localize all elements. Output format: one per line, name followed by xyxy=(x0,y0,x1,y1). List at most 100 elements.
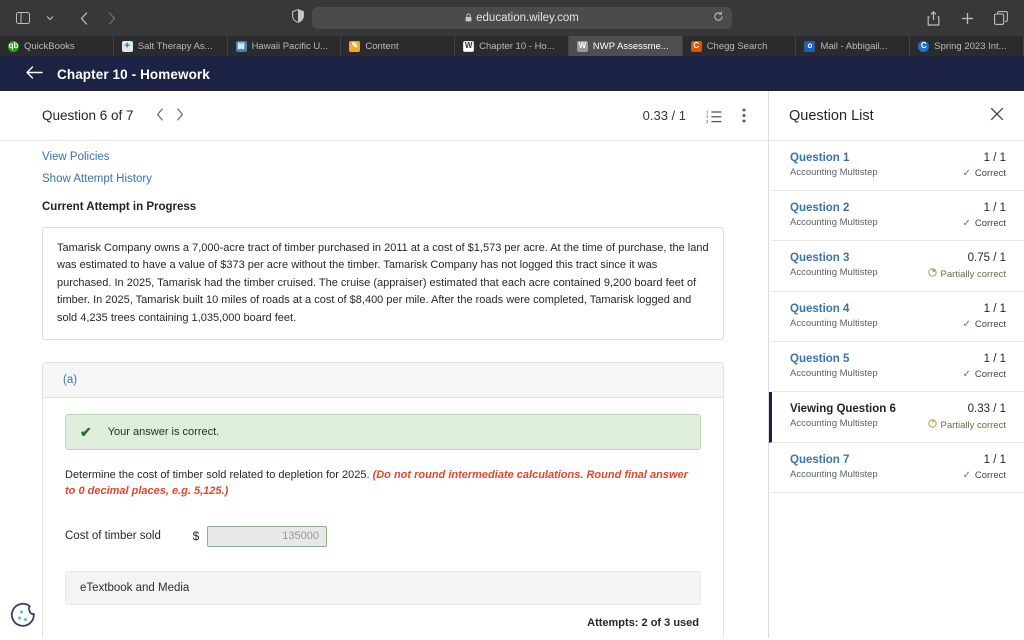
chegg-favicon: C xyxy=(690,40,702,52)
reload-icon[interactable] xyxy=(713,11,724,25)
question-list-item[interactable]: Question 4 Accounting Multistep 1 / 1 ✓ … xyxy=(769,292,1024,342)
cookie-consent-icon[interactable] xyxy=(10,602,38,630)
page-title: Chapter 10 - Homework xyxy=(57,67,210,82)
sidebar-dropdown-icon[interactable] xyxy=(37,6,63,30)
salt-therapy-favicon: ✦ xyxy=(121,40,133,52)
partial-circle-icon xyxy=(927,268,937,280)
question-pane: Question 6 of 7 0.33 / 1 1 2 3 View Poli… xyxy=(0,91,768,638)
question-list-item-name: Question 7 xyxy=(790,454,850,466)
browser-tab[interactable]: qb QuickBooks xyxy=(0,36,114,56)
question-list-item-score: 1 / 1 xyxy=(983,303,1006,315)
alert-text: Your answer is correct. xyxy=(107,425,220,438)
answer-row: Cost of timber sold $ xyxy=(65,525,701,547)
back-icon[interactable] xyxy=(71,6,97,30)
check-icon: ✓ xyxy=(962,218,971,229)
question-list-item-score: 1 / 1 xyxy=(983,454,1006,466)
tab-label: Chapter 10 - Ho... xyxy=(479,40,555,52)
question-list-item-type: Accounting Multistep xyxy=(790,368,878,379)
outlook-favicon: o xyxy=(804,40,816,52)
lock-icon xyxy=(465,13,472,24)
currency-symbol: $ xyxy=(192,529,200,544)
browser-tab[interactable]: o Mail - Abbigail... xyxy=(796,36,911,56)
question-toolbar: Question 6 of 7 0.33 / 1 1 2 3 xyxy=(0,91,768,141)
sidebar-toggle-icon[interactable] xyxy=(10,6,36,30)
status-text: Correct xyxy=(974,319,1006,330)
question-navigation xyxy=(156,107,184,124)
attempts-counter: Attempts: 2 of 3 used xyxy=(587,616,699,629)
show-attempt-history-link[interactable]: Show Attempt History xyxy=(42,173,724,185)
question-list-icon[interactable]: 1 2 3 xyxy=(706,109,722,123)
tab-label: Chegg Search xyxy=(706,40,768,52)
browser-tab[interactable]: ▤ Hawaii Pacific U... xyxy=(228,36,342,56)
question-list-item[interactable]: Question 5 Accounting Multistep 1 / 1 ✓ … xyxy=(769,342,1024,392)
tab-label: Spring 2023 Int... xyxy=(934,40,1007,52)
status-badge: ✓ Correct xyxy=(962,168,1006,179)
browser-tab[interactable]: ✎ Content xyxy=(341,36,456,56)
question-score: 0.33 / 1 xyxy=(642,108,686,123)
browser-tab[interactable]: C Spring 2023 Int... xyxy=(910,36,1024,56)
question-scroll-area[interactable]: View Policies Show Attempt History Curre… xyxy=(0,141,768,638)
chevron-left-icon[interactable] xyxy=(156,107,164,124)
question-list-item[interactable]: Question 7 Accounting Multistep 1 / 1 ✓ … xyxy=(769,443,1024,493)
check-icon: ✓ xyxy=(962,168,971,179)
status-badge: ✓ Correct xyxy=(962,470,1006,481)
question-list-item[interactable]: Question 1 Accounting Multistep 1 / 1 ✓ … xyxy=(769,141,1024,191)
back-arrow-icon[interactable] xyxy=(26,66,43,83)
nwp-favicon: W xyxy=(576,40,588,52)
browser-tab[interactable]: ✦ Salt Therapy As... xyxy=(114,36,228,56)
tab-label: Hawaii Pacific U... xyxy=(251,40,329,52)
browser-tab[interactable]: C Chegg Search xyxy=(683,36,797,56)
question-list-item-name: Viewing Question 6 xyxy=(790,403,896,415)
chevron-right-icon[interactable] xyxy=(176,107,184,124)
url-input[interactable]: education.wiley.com xyxy=(312,7,732,29)
view-policies-link[interactable]: View Policies xyxy=(42,151,724,163)
status-text: Partially correct xyxy=(940,419,1006,431)
question-list-item-name: Question 4 xyxy=(790,303,850,315)
question-list-item-name: Question 1 xyxy=(790,152,850,164)
status-badge: ✓ Correct xyxy=(962,319,1006,330)
question-list-item-current[interactable]: Viewing Question 6 Accounting Multistep … xyxy=(769,392,1024,443)
etextbook-and-media-section[interactable]: eTextbook and Media xyxy=(65,570,701,605)
question-list-item-score: 1 / 1 xyxy=(983,152,1006,164)
share-icon[interactable] xyxy=(920,6,946,30)
status-badge: Partially correct xyxy=(927,268,1006,280)
question-list-item-name: Question 3 xyxy=(790,252,850,264)
browser-tab-active[interactable]: W NWP Assessme... xyxy=(568,36,683,56)
question-list-header: Question List xyxy=(769,91,1024,141)
question-list-title: Question List xyxy=(789,107,874,124)
status-badge: ✓ Correct xyxy=(962,369,1006,380)
question-list-item[interactable]: Question 3 Accounting Multistep 0.75 / 1… xyxy=(769,241,1024,292)
status-text: Partially correct xyxy=(940,268,1006,280)
question-list-items: Question 1 Accounting Multistep 1 / 1 ✓ … xyxy=(769,141,1024,493)
new-tab-icon[interactable] xyxy=(954,6,980,30)
part-body: ✔ Your answer is correct. Determine the … xyxy=(43,398,723,638)
tab-label: Content xyxy=(365,40,399,52)
status-text: Correct xyxy=(974,369,1006,380)
question-list-item-type: Accounting Multistep xyxy=(790,267,878,278)
question-prompt: Determine the cost of timber sold relate… xyxy=(65,468,701,500)
browser-tab[interactable]: W Chapter 10 - Ho... xyxy=(455,36,569,56)
tab-label: QuickBooks xyxy=(24,40,75,52)
part-label: (a) xyxy=(43,362,723,398)
answer-label: Cost of timber sold xyxy=(65,530,161,543)
cost-of-timber-sold-input[interactable] xyxy=(207,525,327,547)
url-value: education.wiley.com xyxy=(476,12,579,24)
partial-circle-icon xyxy=(927,419,937,431)
question-list-item-type: Accounting Multistep xyxy=(790,469,878,480)
forward-icon[interactable] xyxy=(99,6,125,30)
browser-toolbar: education.wiley.com xyxy=(0,0,1024,36)
close-icon[interactable] xyxy=(990,107,1004,124)
question-stem: Tamarisk Company owns a 7,000-acre tract… xyxy=(42,227,724,340)
quickbooks-favicon: qb xyxy=(8,40,19,52)
question-toolbar-right: 0.33 / 1 1 2 3 xyxy=(643,108,746,123)
question-list-item-type: Accounting Multistep xyxy=(790,167,878,178)
question-list-item-score: 1 / 1 xyxy=(983,202,1006,214)
hawaii-pacific-favicon: ▤ xyxy=(235,40,247,52)
status-text: Correct xyxy=(974,168,1006,179)
tab-overview-icon[interactable] xyxy=(988,6,1014,30)
canvas-favicon: C xyxy=(918,40,930,52)
more-options-icon[interactable] xyxy=(742,108,746,123)
question-list-item[interactable]: Question 2 Accounting Multistep 1 / 1 ✓ … xyxy=(769,191,1024,241)
privacy-shield-icon[interactable] xyxy=(292,8,304,28)
status-text: Correct xyxy=(974,218,1006,229)
